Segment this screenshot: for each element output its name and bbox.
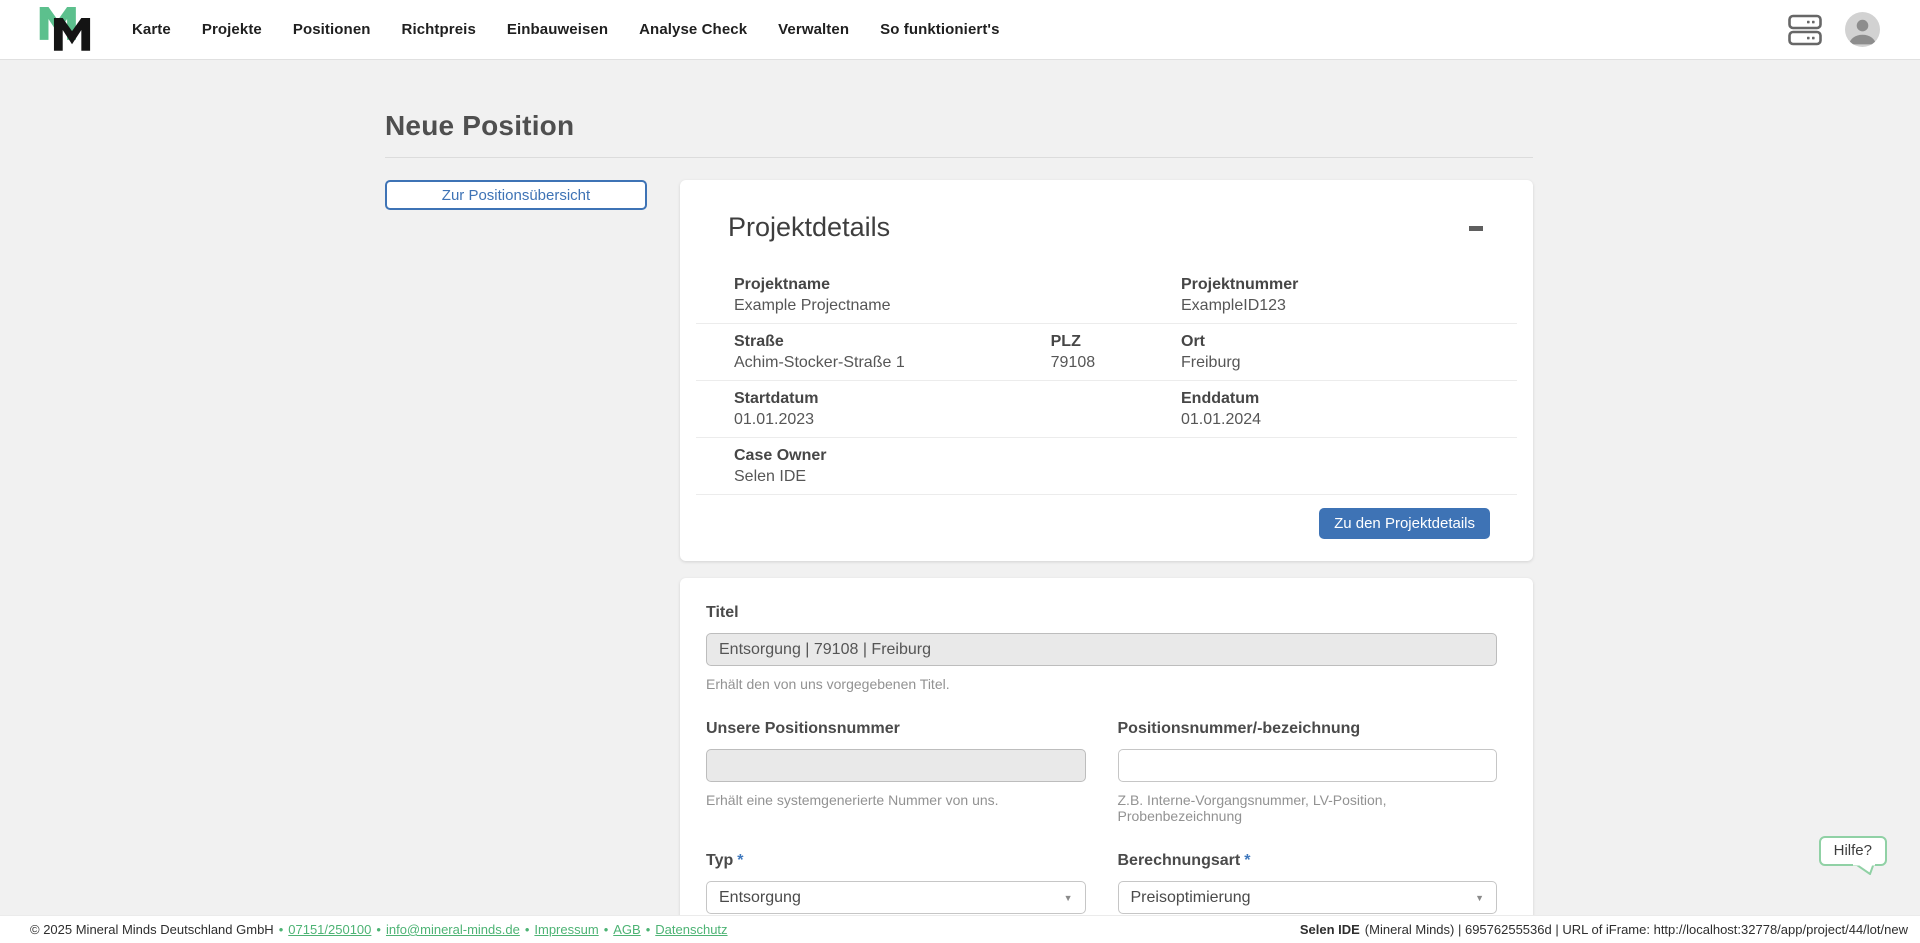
nav-item-karte[interactable]: Karte [132,21,171,38]
our-position-number-input[interactable] [706,749,1086,782]
user-avatar-icon[interactable] [1845,12,1880,47]
project-row-name-number: Projektname Example Projectname Projektn… [696,267,1517,324]
title-divider [385,157,1533,158]
session-details: (Mineral Minds) | 69576255536d | URL of … [1364,922,1908,937]
session-user: Selen IDE [1299,922,1360,937]
footer-session-info: Selen IDE (Mineral Minds) | 69576255536d… [1300,922,1908,937]
footer-link-phone[interactable]: 07151/250100 [288,922,371,937]
back-to-positions-button[interactable]: Zur Positionsübersicht [385,180,647,210]
our-position-number-label: Unsere Positionsnummer [706,720,900,737]
nav-item-verwalten[interactable]: Verwalten [778,21,849,38]
project-card-title: Projektdetails [728,212,891,242]
berechnungsart-select[interactable]: Preisoptimierung ▼ [1117,881,1497,914]
position-number-label: Positionsnummer/-bezeichnung [1117,720,1361,737]
cards-column: Projektdetails Projektname Example Proje… [680,180,1533,943]
typ-select[interactable]: Entsorgung ▼ [706,881,1086,914]
new-position-form-card: Titel Erhält den von uns vorgegebenen Ti… [680,578,1533,943]
footer-left: © 2025 Mineral Minds Deutschland GmbH • … [30,922,728,937]
nav-item-positionen[interactable]: Positionen [293,21,371,38]
footer-link-impressum[interactable]: Impressum [534,922,598,937]
help-button[interactable]: Hilfe? [1818,836,1887,875]
field-projektname: Projektname Example Projectname [734,276,891,314]
project-row-dates: Startdatum 01.01.2023 Enddatum 01.01.202… [696,381,1517,438]
titel-group: Titel Erhält den von uns vorgegebenen Ti… [706,604,1497,692]
topbar-actions [1788,12,1880,47]
project-row-address: Straße Achim-Stocker-Straße 1 PLZ 79108 … [696,324,1517,381]
copyright-text: © 2025 Mineral Minds Deutschland GmbH [30,922,274,937]
field-ort: Ort Freiburg [1181,333,1241,371]
field-enddatum: Enddatum 01.01.2024 [1181,390,1262,428]
our-position-number-helper: Erhält eine systemgenerierte Nummer von … [706,792,999,808]
collapse-card-button[interactable] [1467,220,1485,237]
typ-label: Typ * [706,852,744,869]
titel-helper: Erhält den von uns vorgegebenen Titel. [706,676,950,692]
field-strasse: Straße Achim-Stocker-Straße 1 [734,333,905,371]
nav-item-analyse-check[interactable]: Analyse Check [639,21,747,38]
field-startdatum: Startdatum 01.01.2023 [734,390,819,428]
nav-item-richtpreis[interactable]: Richtpreis [402,21,476,38]
mineral-minds-logo-icon[interactable] [38,6,94,53]
nav-item-projekte[interactable]: Projekte [202,21,262,38]
chevron-down-icon: ▼ [1063,892,1073,903]
titel-label: Titel [706,604,739,621]
position-number-helper: Z.B. Interne-Vorgangsnummer, LV-Position… [1117,792,1387,824]
footer-link-agb[interactable]: AGB [613,922,640,937]
typ-select-value: Entsorgung [719,888,801,906]
minus-icon [1469,226,1483,231]
main-nav: Karte Projekte Positionen Richtpreis Ein… [132,21,1000,38]
project-details-card: Projektdetails Projektname Example Proje… [680,180,1533,561]
main-content: Neue Position Zur Positionsübersicht Pro… [0,60,1920,943]
footer-link-datenschutz[interactable]: Datenschutz [655,922,727,937]
field-plz: PLZ 79108 [1050,333,1096,371]
server-stack-icon[interactable] [1788,14,1822,46]
page-title: Neue Position [385,110,575,141]
required-asterisk: * [737,852,744,869]
berechnungsart-select-value: Preisoptimierung [1130,888,1251,906]
project-row-owner: Case Owner Selen IDE [696,438,1517,495]
chevron-down-icon: ▼ [1475,892,1484,903]
left-column: Zur Positionsübersicht [385,180,680,943]
footer-link-email[interactable]: info@mineral-minds.de [386,922,520,937]
nav-item-einbauweisen[interactable]: Einbauweisen [507,21,608,38]
titel-input[interactable] [706,633,1497,666]
berechnungsart-label: Berechnungsart * [1117,852,1251,869]
field-case-owner: Case Owner Selen IDE [734,447,827,485]
field-projektnummer: Projektnummer ExampleID123 [1181,276,1299,314]
go-to-project-details-button[interactable]: Zu den Projektdetails [1319,508,1490,539]
position-number-group: Positionsnummer/-bezeichnung Z.B. Intern… [1117,720,1497,824]
our-position-number-group: Unsere Positionsnummer Erhält eine syste… [706,720,1086,824]
top-navigation-bar: Karte Projekte Positionen Richtpreis Ein… [0,0,1920,60]
speech-bubble-tail [1853,863,1875,875]
footer-bar: © 2025 Mineral Minds Deutschland GmbH • … [0,915,1920,943]
nav-item-so-funktionierts[interactable]: So funktioniert's [880,21,999,38]
position-number-input[interactable] [1117,749,1497,782]
required-asterisk: * [1244,852,1251,869]
